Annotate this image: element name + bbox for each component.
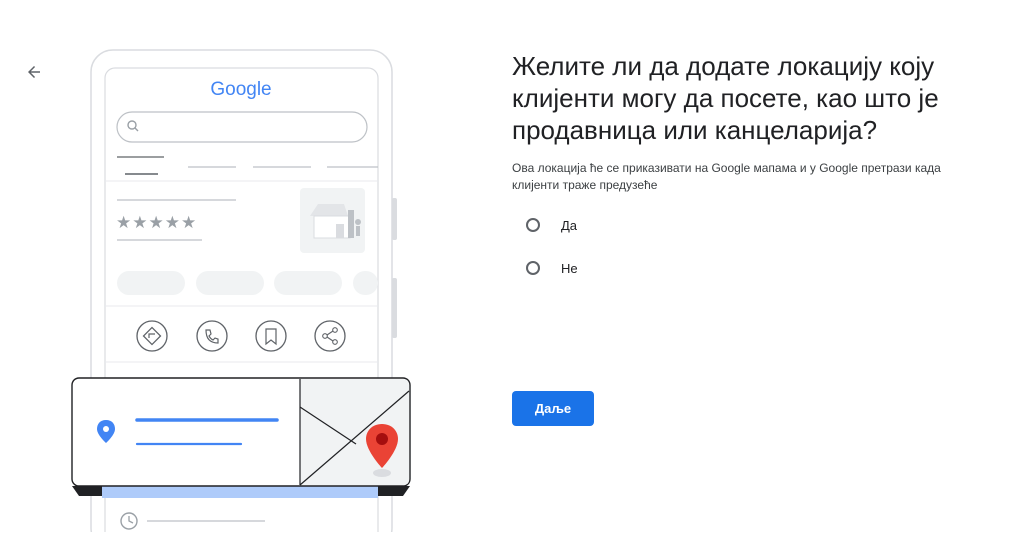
rating-stars: ★★★★★ [116, 213, 197, 233]
share-icon [314, 320, 346, 352]
radio-no[interactable] [526, 261, 540, 275]
location-radio-group: Да Не [512, 214, 952, 279]
radio-yes[interactable] [526, 218, 540, 232]
business-profile-illustration: Google ★★★★★ [60, 40, 420, 537]
back-button[interactable] [20, 58, 48, 86]
option-yes-label: Да [561, 217, 578, 233]
next-button[interactable]: Даље [512, 391, 594, 426]
arrow-left-icon [28, 66, 40, 78]
question-panel: Желите ли да додате локацију коју клијен… [512, 50, 952, 279]
phone-icon [196, 320, 228, 352]
google-logo: Google [210, 79, 271, 100]
directions-icon [136, 320, 168, 352]
option-no-label: Не [561, 260, 578, 276]
bookmark-icon [255, 320, 287, 352]
location-card-strip [102, 486, 378, 498]
page-title: Желите ли да додате локацију коју клијен… [512, 51, 939, 145]
page-subtitle: Ова локација ће се приказивати на Google… [512, 161, 941, 192]
option-yes[interactable]: Да [512, 214, 952, 236]
search-bar [116, 111, 368, 143]
option-no[interactable]: Не [512, 257, 952, 279]
